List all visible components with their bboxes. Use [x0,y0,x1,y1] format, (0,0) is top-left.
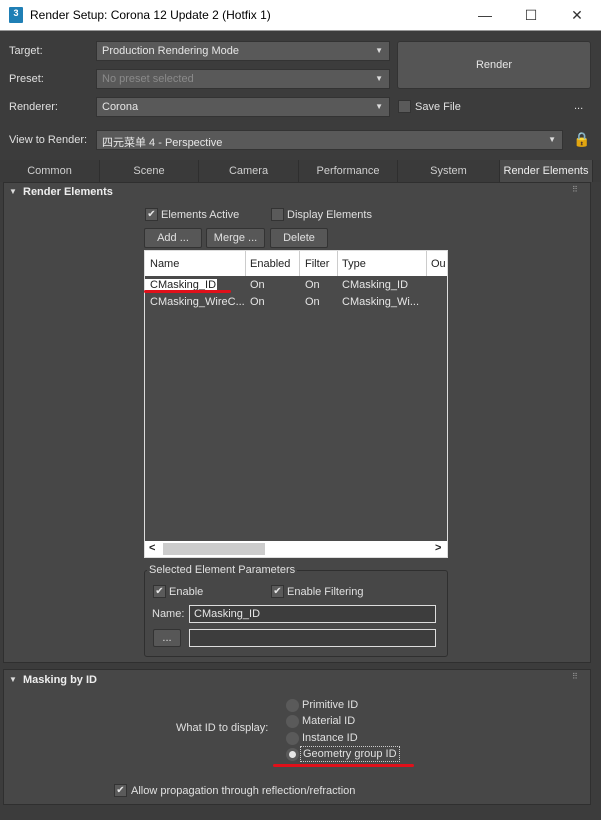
tab-scene[interactable]: Scene [100,160,199,182]
save-file-browse-button[interactable]: ... [574,100,583,112]
horizontal-scrollbar[interactable]: < > [145,541,447,557]
elements-list[interactable]: Name Enabled Filter Type Ou CMasking_ID … [144,250,448,558]
add-button[interactable]: Add ... [144,228,202,248]
radio-primitive-id[interactable] [286,699,299,712]
renderer-value: Corona [102,101,139,113]
elements-active-label: Elements Active [161,209,240,221]
tab-bar: Common Scene Camera Performance System R… [0,160,601,182]
list-header: Name Enabled Filter Type Ou [145,251,447,276]
view-to-render-label: View to Render: [9,134,88,146]
chevron-down-icon: ▼ [375,74,383,83]
red-annotation-underline [273,764,414,767]
column-type[interactable]: Type [342,258,366,270]
group-title: Selected Element Parameters [147,564,298,576]
delete-button[interactable]: Delete [270,228,328,248]
output-path-input[interactable] [189,629,436,647]
chevron-down-icon: ▼ [548,135,556,144]
tab-system[interactable]: System [398,160,500,182]
renderer-dropdown[interactable]: Corona ▼ [96,97,390,117]
tab-performance[interactable]: Performance [299,160,398,182]
enable-checkbox[interactable]: ✔ [153,585,166,598]
window-title: Render Setup: Corona 12 Update 2 (Hotfix… [30,8,271,22]
collapse-icon[interactable]: ▼ [9,187,17,196]
enable-label: Enable [169,586,204,598]
target-dropdown[interactable]: Production Rendering Mode ▼ [96,41,390,61]
lock-icon[interactable]: 🔒 [573,131,590,148]
save-file-checkbox[interactable] [398,100,411,113]
chevron-down-icon: ▼ [375,102,383,111]
drag-handle-icon[interactable]: ⠿ [572,185,578,194]
scroll-right-button[interactable]: > [435,542,441,554]
renderer-label: Renderer: [9,101,58,113]
red-annotation-underline [144,290,231,293]
chevron-down-icon: ▼ [375,46,383,55]
maximize-button[interactable]: ☐ [516,4,546,26]
tab-render-elements[interactable]: Render Elements [500,160,593,182]
radio-material-id[interactable] [286,715,299,728]
display-elements-checkbox[interactable] [271,208,284,221]
instance-id-label: Instance ID [302,732,358,744]
tab-camera[interactable]: Camera [199,160,299,182]
close-button[interactable]: ✕ [562,4,592,26]
material-id-label: Material ID [302,715,356,727]
column-filter[interactable]: Filter [305,258,329,270]
app-icon: 3 [9,7,23,23]
enable-filtering-label: Enable Filtering [287,586,364,598]
allow-propagation-checkbox[interactable]: ✔ [114,784,127,797]
minimize-button[interactable]: — [470,4,500,26]
target-value: Production Rendering Mode [102,45,239,57]
elements-active-checkbox[interactable]: ✔ [145,208,158,221]
preset-dropdown[interactable]: No preset selected ▼ [96,69,390,89]
drag-handle-icon[interactable]: ⠿ [572,672,578,681]
preset-value: No preset selected [102,73,194,85]
merge-button[interactable]: Merge ... [206,228,265,248]
save-file-label: Save File [415,101,461,113]
display-elements-label: Display Elements [287,209,372,221]
allow-propagation-label: Allow propagation through reflection/ref… [131,785,356,797]
scroll-left-button[interactable]: < [149,542,155,554]
view-value: 四元菜单 4 - Perspective [102,137,223,149]
radio-geometry-group-id[interactable] [286,748,299,761]
view-to-render-dropdown[interactable]: 四元菜单 4 - Perspective ▼ [96,130,563,150]
tab-common[interactable]: Common [0,160,100,182]
collapse-icon[interactable]: ▼ [9,675,17,684]
column-enabled[interactable]: Enabled [250,258,290,270]
rollout-title[interactable]: Render Elements [23,186,113,198]
table-row[interactable]: CMasking_WireC... On On CMasking_Wi... [145,295,447,311]
target-label: Target: [9,45,43,57]
rollout-title[interactable]: Masking by ID [23,674,97,686]
name-label: Name: [152,608,185,620]
column-output[interactable]: Ou [431,258,446,270]
name-input[interactable]: CMasking_ID [189,605,436,623]
preset-label: Preset: [9,73,44,85]
render-button[interactable]: Render [397,41,591,89]
geometry-group-id-label: Geometry group ID [300,746,400,762]
scroll-thumb[interactable] [163,543,265,555]
column-name[interactable]: Name [150,258,179,270]
radio-instance-id[interactable] [286,732,299,745]
what-id-label: What ID to display: [176,722,269,734]
browse-output-button[interactable]: ... [153,629,181,647]
primitive-id-label: Primitive ID [302,699,359,711]
title-bar: 3 Render Setup: Corona 12 Update 2 (Hotf… [0,0,601,31]
enable-filtering-checkbox[interactable]: ✔ [271,585,284,598]
